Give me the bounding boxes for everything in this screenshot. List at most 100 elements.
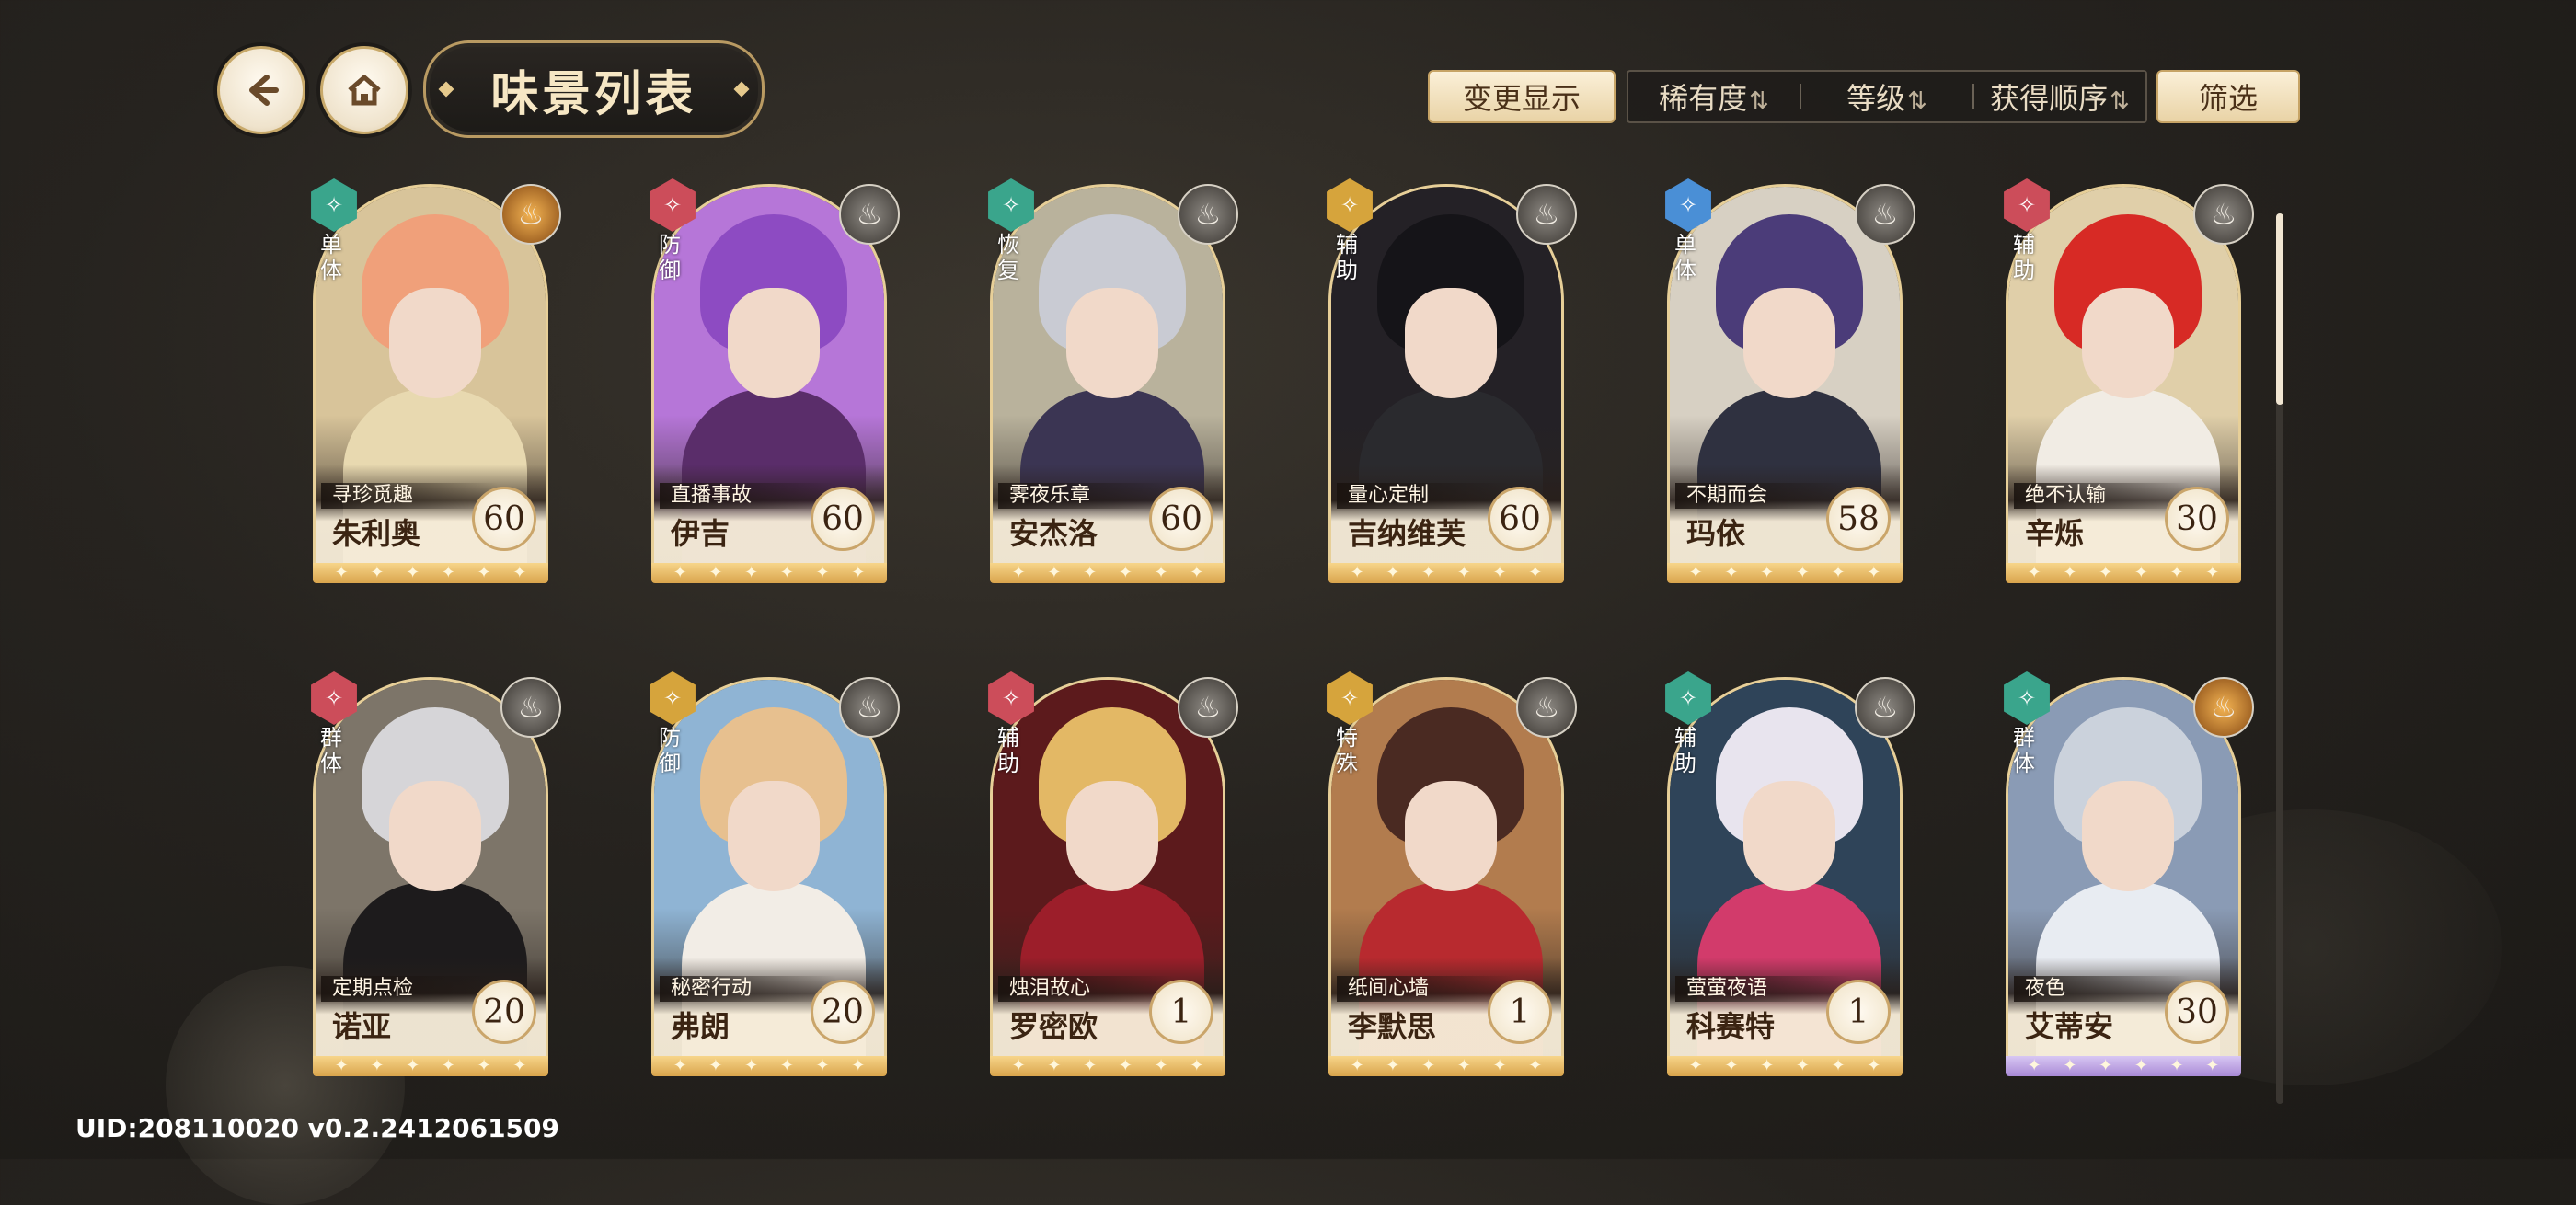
portrait-face	[1405, 781, 1497, 891]
sort-rarity-button[interactable]: 稀有度⇅	[1628, 75, 1800, 118]
character-card[interactable]: 霁夜乐章 安杰洛 60 ✦ ✦ ✦ ✦ ✦ ✦ ✧ 恢复 ♨	[984, 178, 1238, 583]
flame-icon: ♨	[1516, 184, 1577, 245]
star-icon: ✦	[1421, 1056, 1436, 1075]
character-card[interactable]: 烛泪故心 罗密欧 1 ✦ ✦ ✦ ✦ ✦ ✦ ✧ 辅助 ♨	[984, 671, 1238, 1076]
back-button[interactable]	[217, 46, 305, 134]
star-rank-row: ✦ ✦ ✦ ✦ ✦ ✦	[1328, 1056, 1564, 1076]
portrait-face	[389, 288, 481, 398]
star-rank-row: ✦ ✦ ✦ ✦ ✦ ✦	[2006, 1056, 2241, 1076]
character-card[interactable]: 绝不认输 辛烁 30 ✦ ✦ ✦ ✦ ✦ ✦ ✧ 辅助 ♨	[2000, 178, 2254, 583]
star-icon: ✦	[1760, 563, 1775, 582]
star-icon: ✦	[1386, 1056, 1400, 1075]
star-icon: ✦	[1083, 1056, 1098, 1075]
home-button[interactable]	[320, 46, 408, 134]
character-card[interactable]: 不期而会 玛依 58 ✦ ✦ ✦ ✦ ✦ ✦ ✧ 单体 ♨	[1662, 178, 1915, 583]
character-card[interactable]: 秘密行动 弗朗 20 ✦ ✦ ✦ ✦ ✦ ✦ ✧ 防御 ♨	[646, 671, 900, 1076]
level-badge: 1	[1826, 980, 1891, 1044]
character-card[interactable]: 直播事故 伊吉 60 ✦ ✦ ✦ ✦ ✦ ✦ ✧ 防御 ♨	[646, 178, 900, 583]
sort-acquired-label: 获得顺序	[1990, 81, 2109, 116]
card-portrait-frame: 不期而会 玛依 58	[1667, 184, 1903, 570]
star-icon: ✦	[744, 563, 759, 582]
change-display-button[interactable]: 变更显示	[1428, 70, 1616, 123]
card-subtitle: 夜色	[2014, 976, 2191, 1002]
star-icon: ✦	[1724, 1056, 1739, 1075]
star-rank-row: ✦ ✦ ✦ ✦ ✦ ✦	[990, 563, 1225, 583]
flame-icon: ♨	[2193, 184, 2254, 245]
star-icon: ✦	[334, 1056, 349, 1075]
star-icon: ✦	[441, 563, 455, 582]
sort-level-button[interactable]: 等级⇅	[1801, 75, 1972, 118]
character-card[interactable]: 量心定制 吉纳维芙 60 ✦ ✦ ✦ ✦ ✦ ✦ ✧ 辅助 ♨	[1323, 178, 1577, 583]
character-card[interactable]: 定期点检 诺亚 20 ✦ ✦ ✦ ✦ ✦ ✦ ✧ 群体 ♨	[307, 671, 561, 1076]
star-icon: ✦	[1118, 1056, 1133, 1075]
character-name: 伊吉	[671, 516, 730, 551]
card-subtitle: 绝不认输	[2014, 483, 2191, 509]
level-badge: 1	[1488, 980, 1552, 1044]
star-icon: ✦	[406, 563, 420, 582]
role-label: 辅助	[997, 725, 1019, 776]
filter-button[interactable]: 筛选	[2156, 70, 2300, 123]
star-icon: ✦	[1011, 563, 1026, 582]
card-subtitle: 秘密行动	[660, 976, 836, 1002]
star-icon: ✦	[2063, 1056, 2077, 1075]
star-icon: ✦	[1456, 563, 1471, 582]
character-card[interactable]: 寻珍觅趣 朱利奥 60 ✦ ✦ ✦ ✦ ✦ ✦ ✧ 单体 ♨	[307, 178, 561, 583]
level-badge: 30	[2165, 980, 2229, 1044]
character-name: 朱利奥	[332, 516, 421, 551]
page-title-plate: 味景列表	[423, 40, 765, 138]
character-card[interactable]: 夜色 艾蒂安 30 ✦ ✦ ✦ ✦ ✦ ✦ ✧ 群体 ♨	[2000, 671, 2254, 1076]
character-name: 艾蒂安	[2025, 1009, 2114, 1044]
star-icon: ✦	[708, 563, 723, 582]
character-card[interactable]: 萤萤夜语 科赛特 1 ✦ ✦ ✦ ✦ ✦ ✦ ✧ 辅助 ♨	[1662, 671, 1915, 1076]
star-rank-row: ✦ ✦ ✦ ✦ ✦ ✦	[2006, 563, 2241, 583]
character-name: 李默思	[1348, 1009, 1437, 1044]
character-name: 玛依	[1686, 516, 1746, 551]
portrait-face	[1743, 781, 1835, 891]
sort-acquired-button[interactable]: 获得顺序⇅	[1974, 75, 2145, 118]
star-rank-row: ✦ ✦ ✦ ✦ ✦ ✦	[313, 1056, 548, 1076]
character-name: 辛烁	[2025, 516, 2085, 551]
character-name: 罗密欧	[1009, 1009, 1098, 1044]
role-label: 辅助	[1336, 232, 1358, 283]
star-icon: ✦	[708, 1056, 723, 1075]
star-icon: ✦	[851, 1056, 866, 1075]
star-icon: ✦	[477, 1056, 491, 1075]
card-subtitle: 寻珍觅趣	[321, 483, 498, 509]
star-icon: ✦	[851, 563, 866, 582]
card-subtitle: 定期点检	[321, 976, 498, 1002]
character-name: 诺亚	[332, 1009, 392, 1044]
card-subtitle: 不期而会	[1675, 483, 1852, 509]
star-icon: ✦	[1867, 563, 1881, 582]
scrollbar-thumb[interactable]	[2276, 213, 2283, 405]
star-icon: ✦	[2205, 563, 2220, 582]
level-badge: 60	[472, 487, 536, 551]
star-icon: ✦	[1795, 1056, 1810, 1075]
portrait-face	[2082, 288, 2174, 398]
flame-icon: ♨	[1855, 677, 1915, 738]
role-label: 防御	[659, 232, 681, 283]
portrait-face	[1066, 781, 1158, 891]
flame-icon: ♨	[1178, 184, 1238, 245]
flame-icon: ♨	[839, 184, 900, 245]
star-icon: ✦	[1795, 563, 1810, 582]
star-icon: ✦	[779, 1056, 794, 1075]
star-icon: ✦	[1492, 563, 1507, 582]
card-portrait-frame: 直播事故 伊吉 60	[651, 184, 887, 570]
role-label: 辅助	[1674, 725, 1696, 776]
star-icon: ✦	[1011, 1056, 1026, 1075]
star-icon: ✦	[370, 1056, 385, 1075]
role-label: 防御	[659, 725, 681, 776]
level-badge: 20	[472, 980, 536, 1044]
character-card[interactable]: 纸间心墙 李默思 1 ✦ ✦ ✦ ✦ ✦ ✦ ✧ 特殊 ♨	[1323, 671, 1577, 1076]
card-subtitle: 直播事故	[660, 483, 836, 509]
level-badge: 58	[1826, 487, 1891, 551]
uid-version-text: UID:208110020 v0.2.2412061509	[75, 1113, 559, 1143]
star-icon: ✦	[2133, 563, 2148, 582]
character-name: 吉纳维芙	[1348, 516, 1466, 551]
star-icon: ✦	[1118, 563, 1133, 582]
flame-icon: ♨	[1516, 677, 1577, 738]
star-icon: ✦	[2063, 563, 2077, 582]
star-rank-row: ✦ ✦ ✦ ✦ ✦ ✦	[990, 1056, 1225, 1076]
star-icon: ✦	[2099, 1056, 2113, 1075]
star-icon: ✦	[1386, 563, 1400, 582]
